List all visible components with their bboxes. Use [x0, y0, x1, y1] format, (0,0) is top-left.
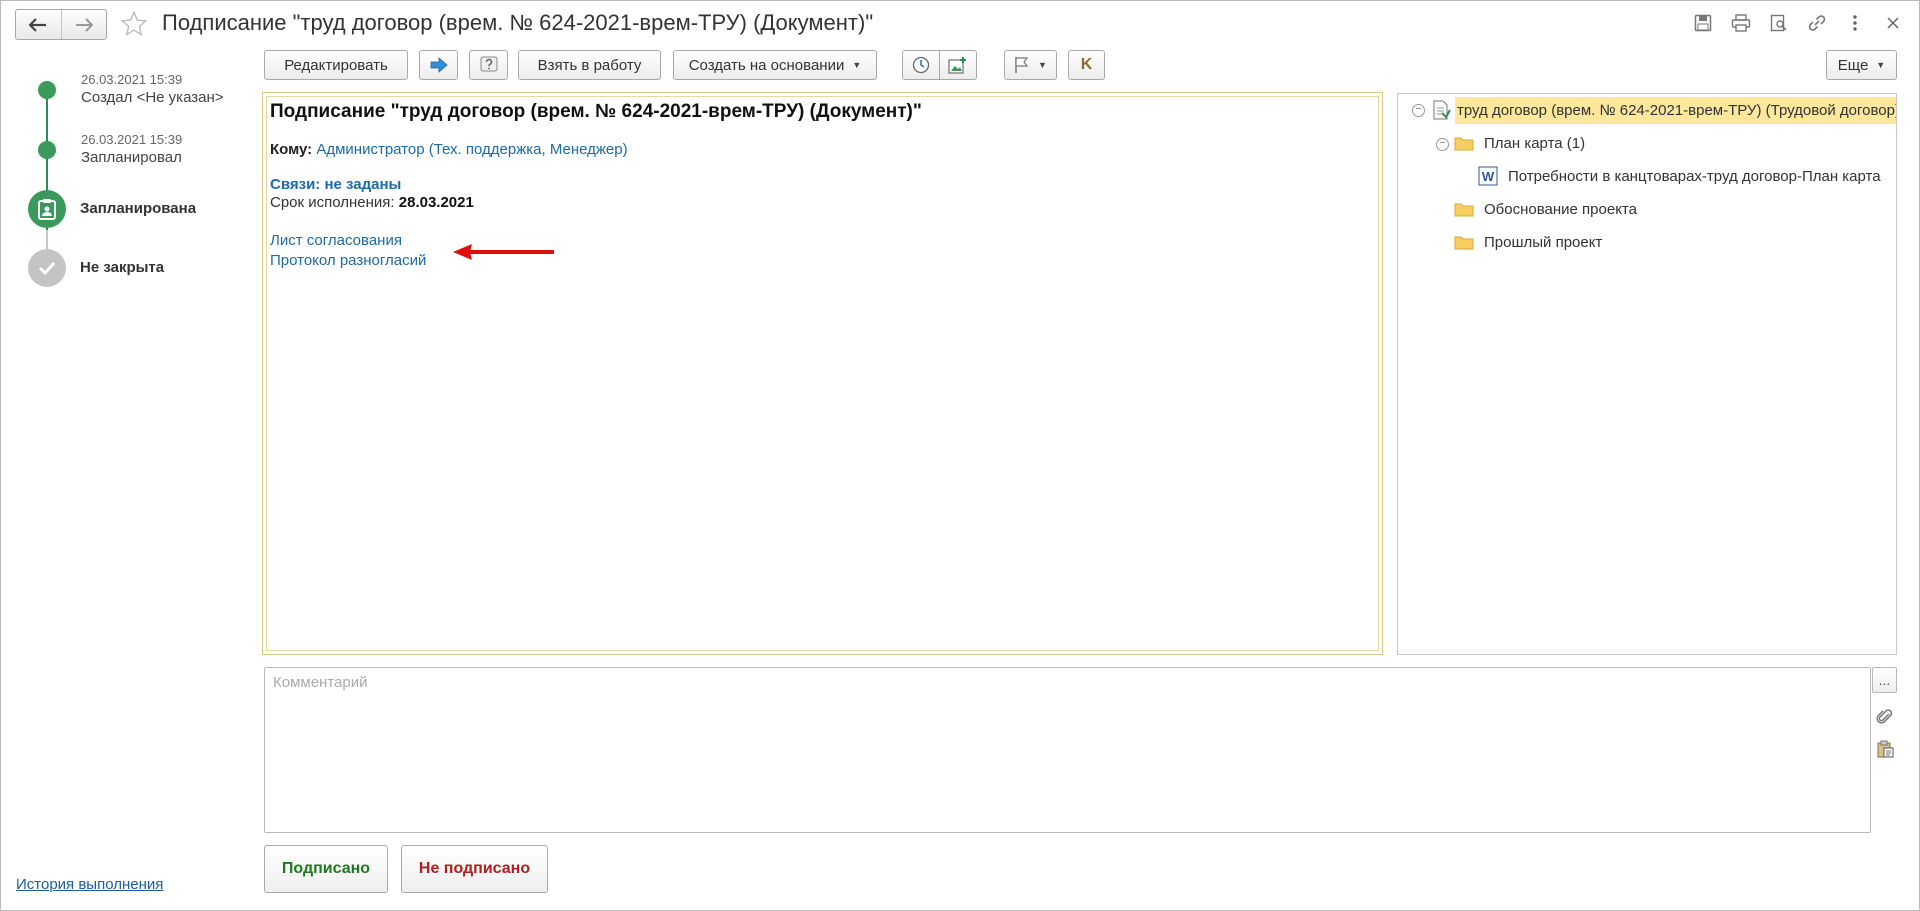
tree-root-label: труд договор (врем. № 624-2021-врем-ТРУ)… [1455, 96, 1896, 124]
paperclip-icon[interactable] [1874, 706, 1896, 728]
tree-folder-row[interactable]: Прошлый проект [1454, 230, 1602, 254]
deadline-label: Срок исполнения: [270, 194, 395, 211]
timeline-dot [38, 141, 56, 159]
window-actions [1692, 12, 1904, 34]
links-status[interactable]: Связи: не заданы [270, 176, 401, 193]
red-arrow-annotation [453, 244, 554, 260]
tree-folder-label: Обоснование проекта [1484, 200, 1637, 218]
approval-sheet-link[interactable]: Лист согласования [270, 232, 402, 249]
back-button[interactable] [16, 10, 61, 39]
deadline-row: Срок исполнения: 28.03.2021 [270, 194, 474, 211]
collapse-toggle-icon[interactable]: − [1436, 138, 1449, 151]
close-icon[interactable] [1882, 12, 1904, 34]
chevron-down-icon: ▼ [852, 60, 862, 70]
comment-placeholder: Комментарий [273, 674, 368, 691]
navigation-buttons [15, 9, 107, 40]
folder-icon [1454, 236, 1474, 250]
clock-icon [912, 56, 930, 74]
forward-button[interactable] [60, 10, 107, 39]
check-icon [28, 249, 66, 287]
arrow-right-icon [75, 17, 93, 32]
more-button[interactable]: Еще ▼ [1826, 50, 1897, 80]
question-icon [480, 56, 497, 72]
collapse-toggle-icon[interactable]: − [1412, 104, 1425, 117]
clipboard-icon[interactable] [1874, 738, 1896, 760]
create-based-on-label: Создать на основании [688, 56, 845, 74]
deadline-value: 28.03.2021 [398, 194, 474, 211]
recipient-link[interactable]: Администратор (Тех. поддержка, Менеджер) [316, 141, 627, 158]
add-image-icon [948, 57, 966, 74]
planned-status-icon [28, 190, 66, 228]
k-button[interactable]: K [1068, 50, 1105, 80]
print-icon[interactable] [1730, 12, 1752, 34]
flag-menu-button[interactable]: ▼ [1004, 50, 1057, 80]
favorite-star-icon[interactable] [118, 8, 150, 40]
history-clock-button[interactable] [902, 50, 940, 80]
not-signed-button[interactable]: Не подписано [401, 845, 548, 893]
recipient-label: Кому: [270, 141, 313, 158]
disagreement-protocol-link[interactable]: Протокол разногласий [270, 252, 426, 269]
comment-field[interactable]: Комментарий [264, 667, 1871, 833]
timeline-date: 26.03.2021 15:39 [81, 72, 183, 87]
flag-icon [1015, 57, 1029, 73]
timeline-dot [38, 81, 56, 99]
arrow-left-icon [29, 17, 47, 32]
recipient-row: Кому: Администратор (Тех. поддержка, Мен… [270, 141, 628, 158]
word-file-icon: W [1478, 166, 1498, 186]
comment-more-button[interactable]: ... [1872, 667, 1897, 693]
forward-task-button[interactable] [419, 50, 458, 80]
tree-folder-row[interactable]: План карта (1) [1454, 131, 1585, 155]
folder-icon [1454, 137, 1474, 151]
signed-button[interactable]: Подписано [264, 845, 388, 893]
document-panel [262, 92, 1383, 655]
chevron-down-icon: ▼ [1876, 60, 1886, 70]
svg-text:W: W [1482, 169, 1495, 184]
preview-icon[interactable] [1768, 12, 1790, 34]
timeline-text: Запланировал [81, 149, 182, 166]
tree-file-label: Потребности в канцтоварах-труд договор-П… [1508, 167, 1881, 185]
tree-file-row[interactable]: W Потребности в канцтоварах-труд договор… [1478, 164, 1881, 188]
create-based-on-button[interactable]: Создать на основании ▼ [673, 50, 877, 80]
more-vertical-icon[interactable] [1844, 12, 1866, 34]
save-icon[interactable] [1692, 12, 1714, 34]
attachments-tree: − труд договор (врем. № 624-2021-врем-ТР… [1397, 93, 1897, 655]
timeline-status-not-closed: Не закрыта [80, 259, 165, 276]
tree-folder-row[interactable]: Обоснование проекта [1454, 197, 1637, 221]
tree-folder-label: План карта (1) [1484, 134, 1586, 152]
take-to-work-button[interactable]: Взять в работу [518, 50, 661, 80]
history-link[interactable]: История выполнения [16, 876, 163, 893]
window-title: Подписание "труд договор (врем. № 624-20… [162, 10, 874, 35]
timeline-status-planned: Запланирована [80, 200, 197, 217]
tree-folder-label: Прошлый проект [1484, 233, 1603, 251]
link-icon[interactable] [1806, 12, 1828, 34]
folder-icon [1454, 203, 1474, 217]
timeline-date: 26.03.2021 15:39 [81, 132, 183, 147]
edit-button[interactable]: Редактировать [264, 50, 408, 80]
tree-root-row[interactable]: труд договор (врем. № 624-2021-врем-ТРУ)… [1431, 94, 1896, 126]
timeline-text: Создал <Не указан> [81, 89, 224, 106]
document-icon [1433, 100, 1451, 120]
document-title: Подписание "труд договор (врем. № 624-20… [270, 101, 922, 122]
question-button[interactable] [469, 50, 508, 80]
chevron-down-icon: ▼ [1038, 60, 1047, 70]
more-label: Еще [1837, 56, 1869, 74]
add-file-button[interactable] [939, 50, 977, 80]
blue-arrow-icon [430, 57, 448, 73]
